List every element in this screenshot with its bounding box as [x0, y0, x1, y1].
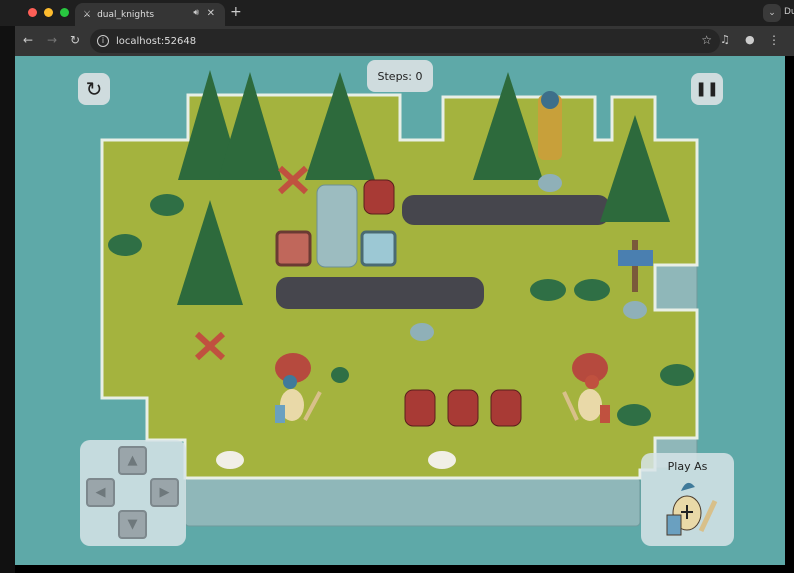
play-as-panel[interactable]: Play As: [641, 453, 734, 546]
menu-icon[interactable]: ⋮: [768, 33, 780, 47]
back-icon[interactable]: ←: [23, 33, 33, 47]
move-up-button[interactable]: ▲: [118, 446, 147, 475]
move-right-button[interactable]: ▶: [150, 478, 179, 507]
reload-icon[interactable]: ↻: [70, 33, 80, 47]
pause-icon: ❚❚: [695, 81, 718, 97]
site-info-icon[interactable]: i: [97, 35, 109, 47]
knight-avatar-icon: [641, 453, 734, 546]
pause-button[interactable]: ❚❚: [691, 73, 723, 105]
tab-bar: ⚔ dual_knights 🔊︎ ✕ + ⌄ Du: [0, 0, 794, 26]
star-icon[interactable]: ☆: [701, 33, 712, 47]
blue-pressure-plate: [362, 232, 395, 265]
navigation-bar: ← → ↻ i localhost:52648 ☆ ♫ ● ⋮: [15, 26, 794, 56]
red-pressure-plate: [277, 232, 310, 265]
tab-favicon-icon: ⚔: [83, 10, 91, 20]
rock-wall-middle: [276, 277, 484, 309]
profile-icon[interactable]: ●: [745, 33, 755, 46]
speaker-icon[interactable]: 🔊︎: [193, 8, 199, 18]
minimize-window-button[interactable]: [44, 8, 53, 17]
tab-search-button[interactable]: ⌄: [763, 4, 781, 22]
forward-icon[interactable]: →: [47, 33, 57, 47]
new-tab-button[interactable]: +: [230, 4, 242, 20]
clipped-text: Du: [784, 7, 794, 17]
url-text: localhost:52648: [116, 36, 196, 47]
stone-pillar: [317, 185, 357, 267]
scarecrow: [538, 91, 562, 160]
steps-counter: Steps: 0: [367, 60, 433, 92]
close-tab-icon[interactable]: ✕: [207, 8, 215, 19]
left-edge: [0, 26, 15, 573]
tab-title: dual_knights: [97, 10, 154, 20]
rock-wall-top: [402, 195, 610, 225]
move-down-button[interactable]: ▼: [118, 510, 147, 539]
restart-button[interactable]: ↻: [78, 73, 110, 105]
restart-icon: ↻: [86, 77, 103, 101]
address-bar[interactable]: i localhost:52648 ☆: [90, 29, 720, 53]
maximize-window-button[interactable]: [60, 8, 69, 17]
move-left-button[interactable]: ◀: [86, 478, 115, 507]
window-controls: [28, 8, 69, 17]
close-window-button[interactable]: [28, 8, 37, 17]
dpad: ▲ ◀ ▶ ▼: [80, 440, 186, 546]
media-icon[interactable]: ♫: [720, 33, 730, 46]
browser-tab[interactable]: ⚔ dual_knights 🔊︎ ✕: [75, 3, 225, 26]
